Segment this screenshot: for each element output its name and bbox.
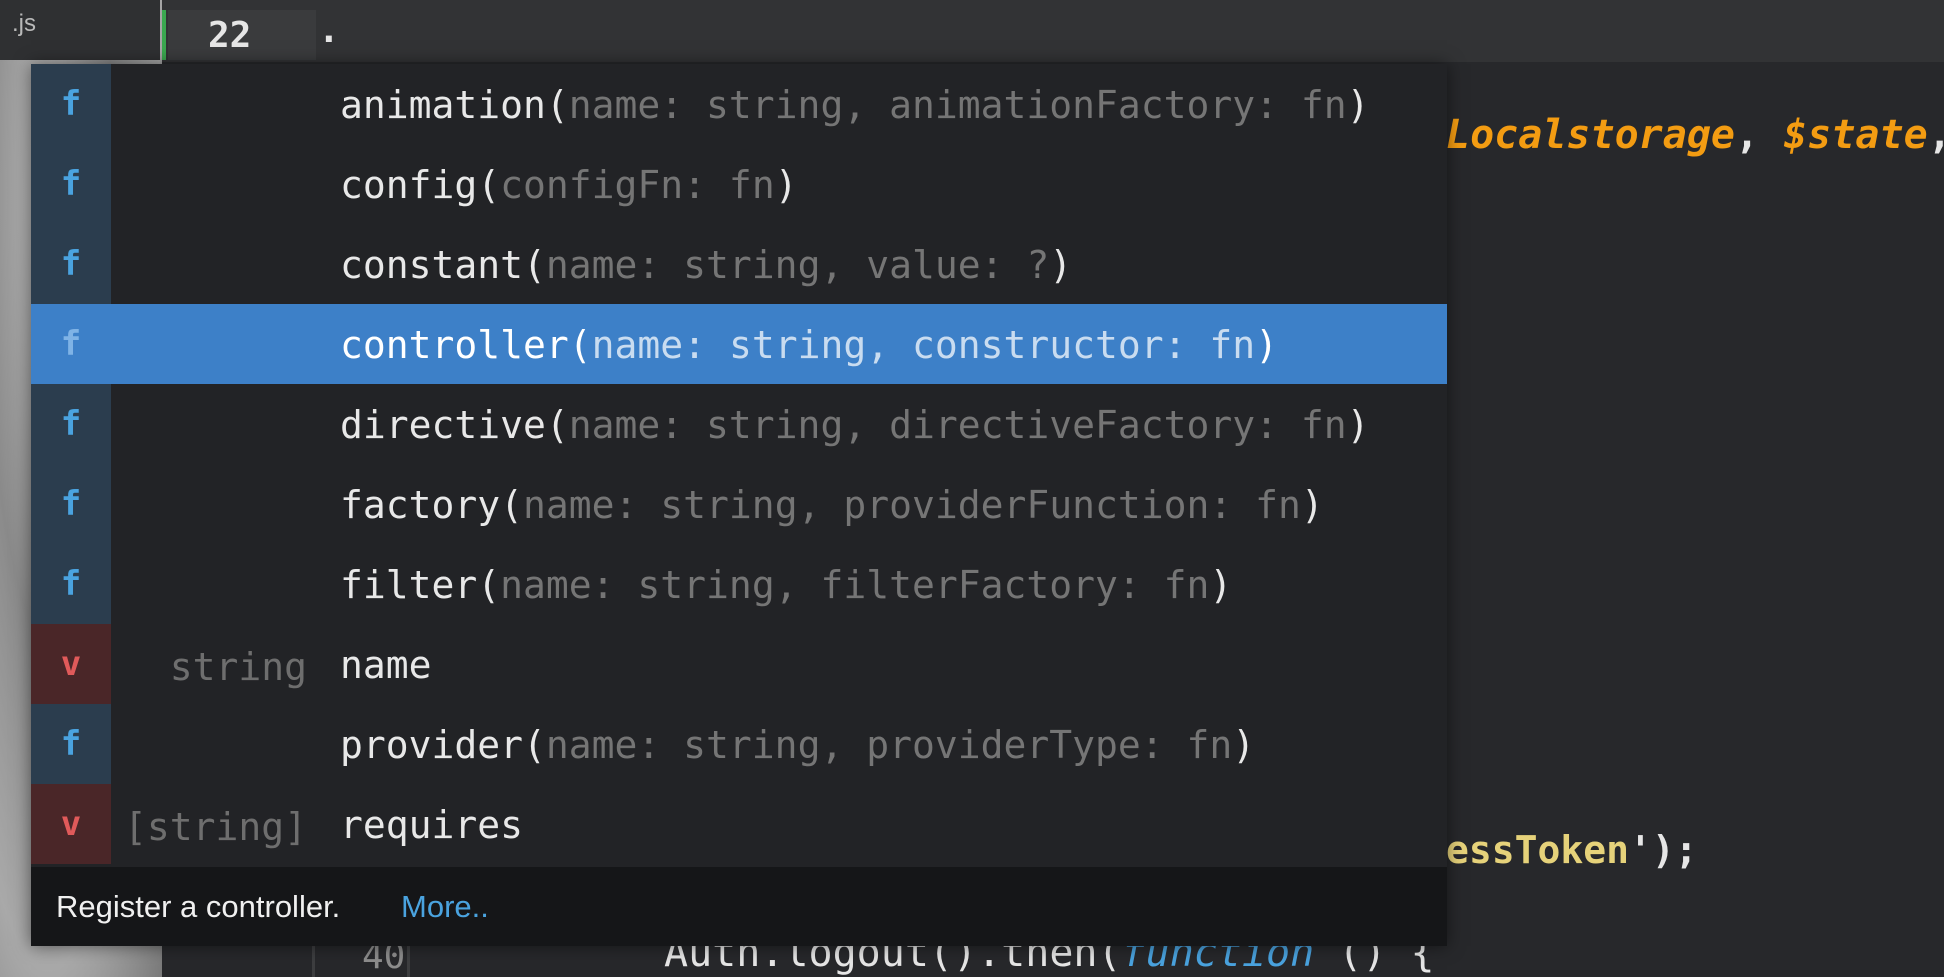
autocomplete-item[interactable]: f constant(name: string, value: ?)	[31, 224, 1447, 304]
item-close-paren: )	[1346, 403, 1370, 447]
code-token-string: essToken	[1446, 828, 1630, 872]
item-close-paren: )	[1209, 563, 1233, 607]
item-signature: filter(name: string, filterFactory: fn)	[340, 563, 1232, 607]
item-name: directive(	[340, 403, 569, 447]
item-name: config(	[340, 163, 501, 207]
autocomplete-item[interactable]: f controller(name: string, constructor: f…	[31, 304, 1447, 384]
active-line: 22 .	[162, 0, 1944, 62]
item-signature: animation(name: string, animationFactory…	[340, 83, 1370, 127]
function-kind-icon: f	[31, 304, 111, 384]
code-line-injected-services[interactable]: Localstorage, $state,	[1446, 112, 1944, 158]
item-name: provider(	[340, 723, 546, 767]
item-signature: requires	[340, 803, 523, 847]
item-params: name: string, animationFactory: fn	[568, 83, 1347, 127]
autocomplete-item[interactable]: v string name	[31, 624, 1447, 704]
item-name: constant(	[340, 243, 546, 287]
item-params: name: string, value: ?	[545, 243, 1050, 287]
function-kind-icon: f	[31, 224, 111, 304]
autocomplete-item[interactable]: f filter(name: string, filterFactory: fn)	[31, 544, 1447, 624]
variable-kind-icon: v	[31, 624, 111, 704]
doc-description: Register a controller.	[56, 889, 341, 924]
autocomplete-popup[interactable]: f animation(name: string, animationFactor…	[31, 64, 1447, 946]
function-kind-icon: f	[31, 464, 111, 544]
code-line-access-token[interactable]: essToken');	[1446, 828, 1698, 872]
item-type: [string]	[123, 805, 307, 849]
function-kind-icon: f	[31, 704, 111, 784]
code-token-comma: ,	[1928, 112, 1944, 158]
autocomplete-item[interactable]: f animation(name: string, animationFactor…	[31, 64, 1447, 144]
autocomplete-item[interactable]: f provider(name: string, providerType: fn…	[31, 704, 1447, 784]
item-name: factory(	[340, 483, 524, 527]
item-signature: directive(name: string, directiveFactory…	[340, 403, 1370, 447]
autocomplete-item[interactable]: f factory(name: string, providerFunction:…	[31, 464, 1447, 544]
item-close-paren: )	[1049, 243, 1073, 287]
item-params: name: string, filterFactory: fn	[500, 563, 1210, 607]
item-name: name	[340, 643, 432, 687]
function-kind-icon: f	[31, 144, 111, 224]
item-close-paren: )	[774, 163, 798, 207]
item-signature: config(configFn: fn)	[340, 163, 798, 207]
item-close-paren: )	[1255, 323, 1279, 367]
doc-more-link[interactable]: More..	[401, 889, 489, 925]
item-params: configFn: fn	[500, 163, 775, 207]
item-name: controller(	[340, 323, 592, 367]
autocomplete-item[interactable]: v [string] requires	[31, 784, 1447, 864]
autocomplete-doc-panel: Register a controller. More..	[31, 867, 1447, 946]
autocomplete-item[interactable]: f config(configFn: fn)	[31, 144, 1447, 224]
item-params: name: string, providerFunction: fn	[523, 483, 1301, 527]
variable-kind-icon: v	[31, 784, 111, 864]
item-signature: name	[340, 643, 432, 687]
item-close-paren: )	[1300, 483, 1324, 527]
item-close-paren: )	[1232, 723, 1256, 767]
active-line-text[interactable]: .	[318, 10, 340, 51]
item-close-paren: )	[1346, 83, 1370, 127]
item-signature: controller(name: string, constructor: fn…	[340, 323, 1278, 367]
active-line-number: 22	[208, 15, 252, 56]
item-params: name: string, directiveFactory: fn	[568, 403, 1347, 447]
item-name: filter(	[340, 563, 501, 607]
function-kind-icon: f	[31, 64, 111, 144]
code-token-state: $state	[1783, 112, 1928, 158]
git-change-marker	[162, 10, 166, 60]
item-signature: provider(name: string, providerType: fn)	[340, 723, 1255, 767]
item-signature: constant(name: string, value: ?)	[340, 243, 1072, 287]
item-type: string	[169, 645, 307, 689]
item-params: name: string, constructor: fn	[591, 323, 1256, 367]
item-name: requires	[340, 803, 524, 847]
file-tab-name: .js	[12, 10, 36, 37]
code-token-separator: ,	[1734, 112, 1784, 158]
file-tab[interactable]: .js	[0, 0, 160, 60]
function-kind-icon: f	[31, 544, 111, 624]
item-signature: factory(name: string, providerFunction: …	[340, 483, 1324, 527]
code-token-localstorage: Localstorage	[1446, 112, 1735, 158]
code-token-tail: ');	[1629, 828, 1698, 872]
item-name: animation(	[340, 83, 569, 127]
item-params: name: string, providerType: fn	[545, 723, 1233, 767]
function-kind-icon: f	[31, 384, 111, 464]
autocomplete-item[interactable]: f directive(name: string, directiveFactor…	[31, 384, 1447, 464]
